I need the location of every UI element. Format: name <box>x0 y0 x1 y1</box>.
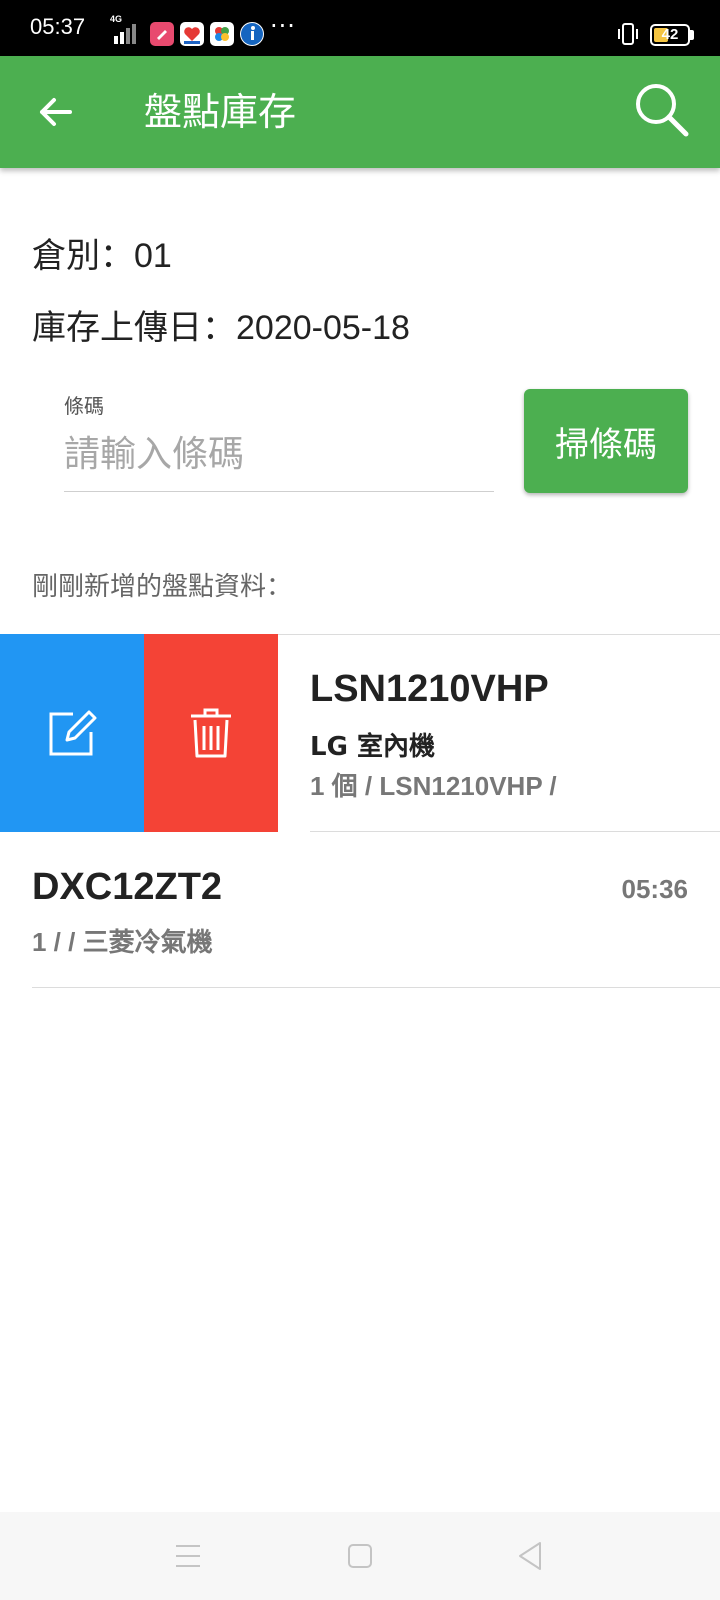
list-divider <box>32 987 720 988</box>
barcode-label: 條碼 <box>64 394 104 418</box>
warehouse-info: 倉別：01 <box>32 237 172 275</box>
app-heart-icon <box>180 22 204 46</box>
system-nav-bar <box>0 1512 720 1600</box>
scan-barcode-button[interactable]: 掃條碼 <box>524 389 688 493</box>
battery-level: 42 <box>661 26 679 43</box>
item-time: 05:36 <box>621 874 689 904</box>
app-colorful-icon <box>210 22 234 46</box>
arrow-left-icon <box>40 98 72 126</box>
edit-button[interactable] <box>0 634 144 832</box>
back-button[interactable] <box>28 84 84 140</box>
signal-icon <box>114 24 136 44</box>
search-icon <box>636 84 689 137</box>
upload-date-info: 庫存上傳日：2020-05-18 <box>32 309 410 347</box>
item-code: LSN1210VHP <box>310 668 549 710</box>
recent-items-title: 剛剛新增的盤點資料： <box>32 572 293 602</box>
more-notifications-icon: ··· <box>270 12 296 40</box>
app-pink-icon <box>150 22 174 46</box>
vibrate-icon <box>618 23 638 45</box>
item-code: DXC12ZT2 <box>32 866 223 908</box>
search-button[interactable] <box>630 78 694 142</box>
status-bar: 05:37 4G ··· 42 <box>0 0 720 56</box>
edit-icon <box>49 710 97 756</box>
battery-icon: 42 <box>650 24 690 46</box>
item-detail: 1 個 / LSN1210VHP / <box>310 771 557 801</box>
item-detail: 1 / / 三菱冷氣機 <box>32 927 213 957</box>
back-triangle-icon[interactable] <box>508 1534 552 1578</box>
page-title: 盤點庫存 <box>144 90 297 134</box>
menu-icon[interactable] <box>166 1534 210 1578</box>
status-time: 05:37 <box>30 14 86 39</box>
trash-icon <box>191 708 231 758</box>
barcode-field: 條碼 <box>64 388 494 492</box>
home-square-icon[interactable] <box>338 1534 382 1578</box>
barcode-input[interactable] <box>64 426 494 482</box>
app-blue-icon <box>240 22 264 46</box>
list-divider <box>310 831 720 832</box>
app-bar: 盤點庫存 <box>0 56 720 168</box>
battery-tip <box>690 30 694 40</box>
item-name: LG 室內機 <box>310 732 435 762</box>
delete-button[interactable] <box>144 634 278 832</box>
